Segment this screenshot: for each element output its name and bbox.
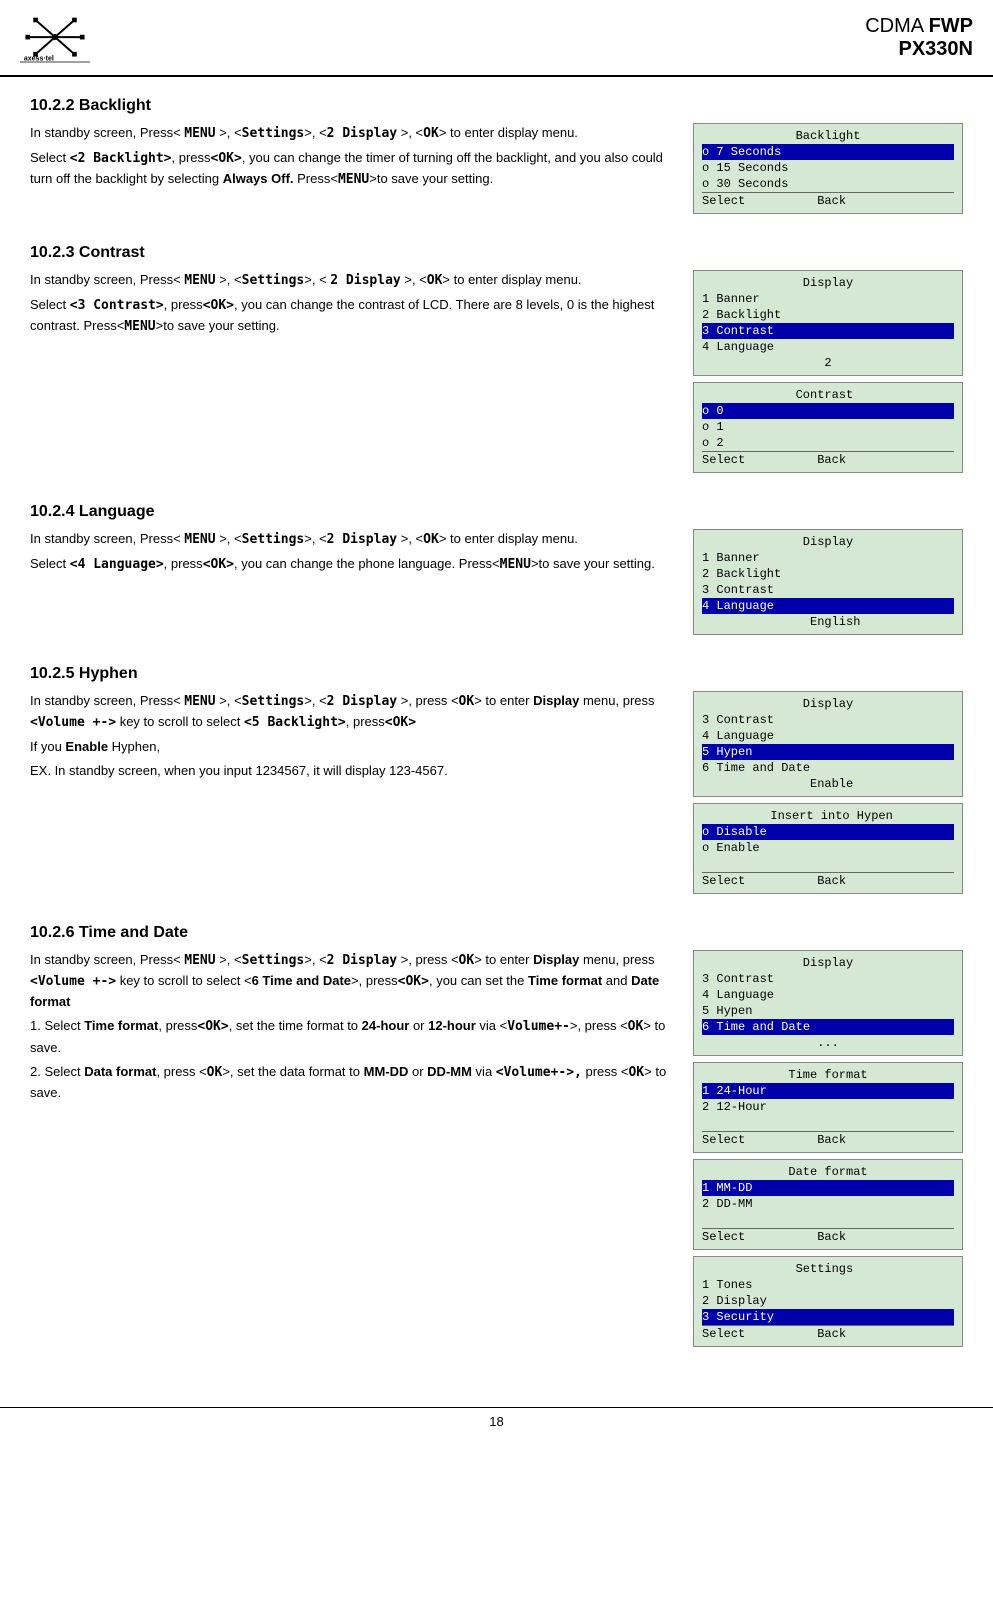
section-time-date-text: In standby screen, Press< MENU >, <Setti… [30, 950, 673, 1107]
lcd-row: 4 Language [702, 987, 954, 1003]
lcd-row: Display [702, 534, 954, 550]
lcd-row: 5 Hypen [702, 1003, 954, 1019]
lcd-row [702, 856, 954, 872]
lcd-hyphen-insert: Insert into Hypen o Disable o Enable Sel… [693, 803, 963, 894]
lcd-row: o 0 [702, 403, 954, 419]
lcd-row: Insert into Hypen [702, 808, 954, 824]
lcd-row: Time format [702, 1067, 954, 1083]
lcd-contrast-values: Contrast o 0 o 1 o 2 Select Back [693, 382, 963, 473]
lcd-row: 1 MM-DD [702, 1180, 954, 1196]
language-screens: Display 1 Banner 2 Backlight 3 Contrast … [693, 529, 963, 635]
axesstel-logo: axess·tel [20, 10, 90, 65]
model-bold: FWP [929, 15, 973, 37]
lcd-row: Display [702, 955, 954, 971]
lcd-row [702, 1212, 954, 1228]
section-contrast: 10.2.3 Contrast In standby screen, Press… [30, 244, 963, 473]
lcd-row: o 15 Seconds [702, 160, 954, 176]
lcd-row: Date format [702, 1164, 954, 1180]
lcd-row: Contrast [702, 387, 954, 403]
section-hyphen-title: 10.2.5 Hyphen [30, 665, 963, 683]
lcd-row: 6 Time and Date [702, 760, 954, 776]
lcd-row: 2 12-Hour [702, 1099, 954, 1115]
lcd-row: o 1 [702, 419, 954, 435]
section-contrast-text: In standby screen, Press< MENU >, <Setti… [30, 270, 673, 341]
lcd-row: Select Back [702, 1228, 954, 1245]
lcd-row: 4 Language [702, 728, 954, 744]
lcd-row: o 2 [702, 435, 954, 451]
lcd-row: 2 Backlight [702, 566, 954, 582]
lcd-row: Select Back [702, 192, 954, 209]
lcd-row: 6 Time and Date [702, 1019, 954, 1035]
lcd-date-format: Date format 1 MM-DD 2 DD-MM Select Back [693, 1159, 963, 1250]
lcd-settings: Settings 1 Tones 2 Display 3 Security Se… [693, 1256, 963, 1347]
lcd-row: Select Back [702, 872, 954, 889]
lcd-row: Select Back [702, 451, 954, 468]
lcd-row: 3 Contrast [702, 971, 954, 987]
page-header: axess·tel CDMA FWP PX330N [0, 0, 993, 77]
logo-area: axess·tel [20, 10, 90, 65]
model-sub: PX330N [899, 38, 974, 60]
lcd-timedate-display: Display 3 Contrast 4 Language 5 Hypen 6 … [693, 950, 963, 1056]
lcd-row: Display [702, 275, 954, 291]
main-content: 10.2.2 Backlight In standby screen, Pres… [0, 77, 993, 1397]
page-number: 18 [489, 1414, 503, 1429]
cdma-label: CDMA [865, 15, 928, 37]
lcd-row: 3 Security [702, 1309, 954, 1325]
lcd-row: Backlight [702, 128, 954, 144]
lcd-row: 3 Contrast [702, 712, 954, 728]
section-language: 10.2.4 Language In standby screen, Press… [30, 503, 963, 635]
lcd-row: 1 Banner [702, 550, 954, 566]
section-contrast-title: 10.2.3 Contrast [30, 244, 963, 262]
hyphen-screens: Display 3 Contrast 4 Language 5 Hypen 6 … [693, 691, 963, 894]
lcd-time-format: Time format 1 24-Hour 2 12-Hour Select B… [693, 1062, 963, 1153]
lcd-row: 3 Contrast [702, 323, 954, 339]
lcd-row: 1 24-Hour [702, 1083, 954, 1099]
section-backlight-title: 10.2.2 Backlight [30, 97, 963, 115]
section-language-title: 10.2.4 Language [30, 503, 963, 521]
lcd-row: 2 [702, 355, 954, 371]
section-hyphen-text: In standby screen, Press< MENU >, <Setti… [30, 691, 673, 786]
lcd-row: 1 Tones [702, 1277, 954, 1293]
lcd-row: 1 Banner [702, 291, 954, 307]
lcd-row: Select Back [702, 1325, 954, 1342]
lcd-hyphen-display: Display 3 Contrast 4 Language 5 Hypen 6 … [693, 691, 963, 797]
lcd-language: Display 1 Banner 2 Backlight 3 Contrast … [693, 529, 963, 635]
page-footer: 18 [0, 1407, 993, 1435]
backlight-screens: Backlight o 7 Seconds o 15 Seconds o 30 … [693, 123, 963, 214]
lcd-backlight: Backlight o 7 Seconds o 15 Seconds o 30 … [693, 123, 963, 214]
section-backlight: 10.2.2 Backlight In standby screen, Pres… [30, 97, 963, 214]
lcd-row [702, 1115, 954, 1131]
section-backlight-text: In standby screen, Press< MENU >, <Setti… [30, 123, 673, 194]
lcd-row: Settings [702, 1261, 954, 1277]
lcd-row: o 30 Seconds [702, 176, 954, 192]
lcd-row: o 7 Seconds [702, 144, 954, 160]
section-time-date-title: 10.2.6 Time and Date [30, 924, 963, 942]
lcd-display-contrast: Display 1 Banner 2 Backlight 3 Contrast … [693, 270, 963, 376]
lcd-row: o Enable [702, 840, 954, 856]
section-hyphen: 10.2.5 Hyphen In standby screen, Press< … [30, 665, 963, 894]
lcd-row: Enable [702, 776, 954, 792]
lcd-row: 2 Display [702, 1293, 954, 1309]
lcd-row: o Disable [702, 824, 954, 840]
svg-text:axess·tel: axess·tel [24, 55, 54, 62]
lcd-row: Display [702, 696, 954, 712]
lcd-row: 3 Contrast [702, 582, 954, 598]
lcd-row: 4 Language [702, 339, 954, 355]
contrast-screens: Display 1 Banner 2 Backlight 3 Contrast … [693, 270, 963, 473]
lcd-row: 4 Language [702, 598, 954, 614]
product-title: CDMA FWP PX330N [865, 15, 973, 61]
lcd-row: 2 Backlight [702, 307, 954, 323]
lcd-row: English [702, 614, 954, 630]
lcd-row: ... [702, 1035, 954, 1051]
timedate-screens: Display 3 Contrast 4 Language 5 Hypen 6 … [693, 950, 963, 1347]
lcd-row: Select Back [702, 1131, 954, 1148]
section-time-date: 10.2.6 Time and Date In standby screen, … [30, 924, 963, 1347]
lcd-row: 5 Hypen [702, 744, 954, 760]
section-language-text: In standby screen, Press< MENU >, <Setti… [30, 529, 673, 579]
lcd-row: 2 DD-MM [702, 1196, 954, 1212]
